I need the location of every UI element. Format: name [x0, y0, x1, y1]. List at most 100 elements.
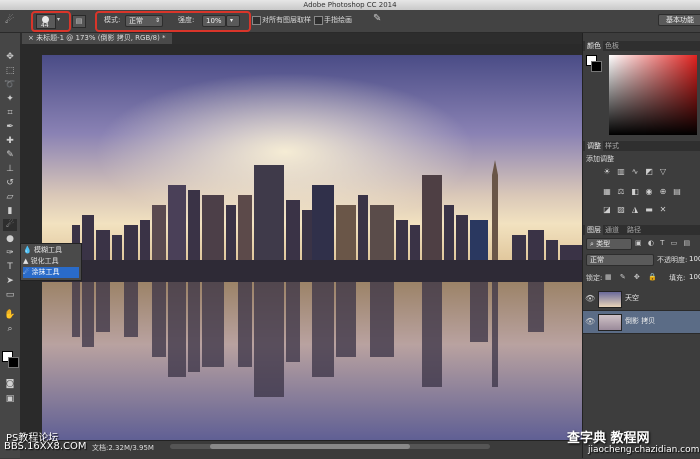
eraser-tool-icon[interactable]: ▱	[3, 191, 17, 203]
doc-size-info: 文档:2.32M/3.95M	[92, 444, 154, 452]
mode-arrow-icon: ⇕	[154, 17, 160, 24]
posterize-icon[interactable]: ▨	[617, 206, 625, 214]
brush-panel-toggle-icon[interactable]: ▤	[72, 15, 86, 28]
status-bar: 文档:2.32M/3.95M	[20, 440, 582, 459]
gradient-tool-icon[interactable]: ▮	[3, 205, 17, 217]
curves-icon[interactable]: ∿	[631, 168, 639, 176]
brush-picker-arrow-icon[interactable]: ▾	[57, 16, 60, 23]
screen-mode-icon[interactable]: ▣	[3, 393, 17, 405]
shape-tool-icon[interactable]: ▭	[3, 289, 17, 301]
layer-filter-select[interactable]: ⌕ 类型	[586, 238, 632, 250]
adjustments-panel-tabs: 调整 样式	[583, 141, 700, 151]
layers-panel-tabs: 图层 通道 路径	[583, 225, 700, 235]
document-tab-label: 未标题-1 @ 173% (倒影 拷贝, RGB/8) *	[36, 34, 166, 42]
scrollbar-thumb[interactable]	[210, 444, 410, 449]
mode-value: 正常	[129, 17, 143, 25]
brightness-icon[interactable]: ☀	[603, 168, 611, 176]
bw-icon[interactable]: ◧	[631, 188, 639, 196]
stamp-tool-icon[interactable]: ⊥	[3, 163, 17, 175]
layer-thumbnail	[598, 314, 622, 331]
background-color-swatch[interactable]	[8, 357, 19, 368]
tab-adjustments[interactable]: 调整	[585, 141, 603, 151]
opacity-value[interactable]: 100	[689, 255, 700, 263]
tab-styles[interactable]: 样式	[603, 141, 621, 151]
sample-all-checkbox[interactable]	[252, 16, 261, 25]
threshold-icon[interactable]: ◮	[631, 206, 639, 214]
gradient-map-icon[interactable]: ▬	[645, 206, 653, 214]
close-tab-icon[interactable]: ×	[28, 34, 36, 42]
tab-paths[interactable]: 路径	[625, 225, 643, 235]
lookup-icon[interactable]: ▤	[673, 188, 681, 196]
layer-filter-icons[interactable]: ▣ ◐ T ▭ ▤	[635, 239, 692, 247]
panel-background-swatch[interactable]	[591, 61, 602, 72]
app-title: Adobe Photoshop CC 2014	[303, 1, 397, 9]
workspace-button[interactable]: 基本功能	[658, 14, 700, 26]
dodge-tool-icon[interactable]: ●	[3, 233, 17, 245]
flyout-item-blur[interactable]: 💧 模糊工具	[23, 245, 79, 256]
lock-label: 锁定:	[586, 274, 603, 282]
levels-icon[interactable]: ▥	[617, 168, 625, 176]
horizontal-scrollbar[interactable]	[170, 444, 490, 449]
finger-paint-checkbox[interactable]	[314, 16, 323, 25]
history-brush-tool-icon[interactable]: ↺	[3, 177, 17, 189]
vibrance-icon[interactable]: ▽	[659, 168, 667, 176]
hand-tool-icon[interactable]: ✋	[3, 309, 17, 321]
crop-tool-icon[interactable]: ⌗	[3, 107, 17, 119]
document-tab[interactable]: × 未标题-1 @ 173% (倒影 拷贝, RGB/8) *	[22, 33, 172, 44]
visibility-eye-icon[interactable]: 👁	[585, 294, 595, 303]
color-field[interactable]	[609, 55, 697, 135]
brush-tool-icon[interactable]: ✎	[3, 149, 17, 161]
watermark-right-top: 查字典 教程网	[567, 431, 650, 446]
tab-layers[interactable]: 图层	[585, 225, 603, 235]
layer-row[interactable]: 👁 天空	[583, 288, 700, 311]
fill-value[interactable]: 100	[689, 273, 700, 281]
finger-paint-label: 手指绘画	[324, 16, 352, 24]
smudge-tool-icon[interactable]: ☄	[5, 15, 17, 27]
balance-icon[interactable]: ⚖	[617, 188, 625, 196]
hue-icon[interactable]: ▦	[603, 188, 611, 196]
add-adjustment-label: 添加调整	[586, 155, 614, 163]
quick-select-tool-icon[interactable]: ✦	[3, 93, 17, 105]
lasso-tool-icon[interactable]: ➰	[3, 79, 17, 91]
path-select-tool-icon[interactable]: ➤	[3, 275, 17, 287]
color-panel-tabs: 颜色 色板	[583, 41, 700, 51]
brush-preset-picker[interactable]: 44	[36, 14, 56, 29]
move-tool-icon[interactable]: ✥	[3, 51, 17, 63]
invert-icon[interactable]: ◪	[603, 206, 611, 214]
document-canvas-image[interactable]	[42, 55, 582, 442]
flyout-item-sharpen[interactable]: ▲ 锐化工具	[23, 256, 79, 267]
exposure-icon[interactable]: ◩	[645, 168, 653, 176]
strength-input[interactable]: 10%	[202, 15, 226, 27]
lock-icons[interactable]: ▦ ✎ ✥ 🔒	[605, 273, 660, 281]
zoom-tool-icon[interactable]: ⌕	[3, 323, 17, 335]
mixer-icon[interactable]: ⊕	[659, 188, 667, 196]
mode-select[interactable]: 正常 ⇕	[125, 15, 163, 27]
eyedropper-tool-icon[interactable]: ✒	[3, 121, 17, 133]
flyout-item-smudge[interactable]: ☄ 涂抹工具	[23, 267, 79, 278]
watermark-right-bottom: jiaocheng.chazidian.com	[588, 445, 700, 455]
selective-color-icon[interactable]: ✕	[659, 206, 667, 214]
tab-channels[interactable]: 通道	[603, 225, 621, 235]
finger-icon: ☄	[23, 268, 32, 276]
document-tab-bar: × 未标题-1 @ 173% (倒影 拷贝, RGB/8) *	[20, 33, 600, 44]
layer-row-selected[interactable]: 👁 倒影 拷贝	[583, 311, 700, 334]
healing-tool-icon[interactable]: ✚	[3, 135, 17, 147]
visibility-eye-icon[interactable]: 👁	[585, 317, 595, 326]
mode-label: 模式:	[104, 16, 121, 24]
options-bar: ☄ 44 ▾ ▤ 模式: 正常 ⇕ 强度: 10% ▾ 对所有图层取样 手指绘画…	[0, 10, 700, 33]
right-panels: 颜色 色板 调整 样式 添加调整 ☀ ▥ ∿ ◩ ▽ ▦ ⚖ ◧ ◉ ⊕ ▤ ◪…	[582, 33, 700, 458]
pen-tool-icon[interactable]: ✑	[3, 247, 17, 259]
quick-mask-icon[interactable]: ◙	[3, 378, 17, 390]
tab-swatches[interactable]: 色板	[603, 41, 621, 51]
smudge-tool-button-icon[interactable]: ☄	[3, 219, 17, 231]
photo-filter-icon[interactable]: ◉	[645, 188, 653, 196]
type-tool-icon[interactable]: T	[3, 261, 17, 273]
layer-name: 天空	[625, 294, 639, 302]
strength-dropdown-icon[interactable]: ▾	[226, 15, 240, 27]
marquee-tool-icon[interactable]: ⬚	[3, 65, 17, 77]
tab-color[interactable]: 颜色	[585, 41, 603, 51]
pressure-brush-icon[interactable]: ✎	[373, 13, 381, 24]
watermark-left-bottom: BBS.16XX8.COM	[4, 441, 87, 452]
blend-mode-select[interactable]: 正常	[586, 254, 654, 266]
city-reflection-photo	[42, 55, 582, 442]
